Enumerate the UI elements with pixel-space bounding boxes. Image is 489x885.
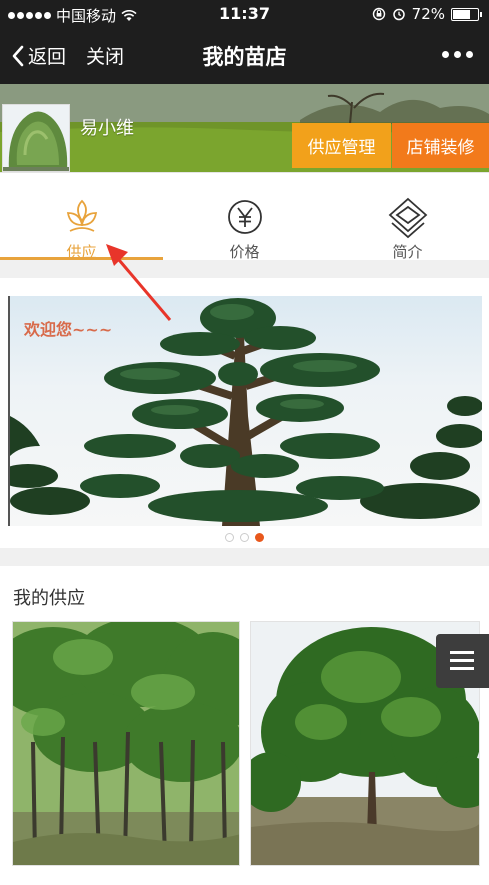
page-title: 我的苗店	[202, 45, 287, 69]
shop-decor-button[interactable]: 店铺装修	[392, 123, 489, 168]
rotation-lock-icon	[372, 7, 385, 21]
alarm-icon	[392, 8, 405, 21]
tab-intro-label: 简介	[392, 243, 423, 261]
pager-dot[interactable]	[255, 533, 264, 542]
status-bar: 中国移动 11:37 72%	[0, 0, 489, 28]
tab-price-label: 价格	[229, 243, 260, 261]
my-supply-section: 我的供应	[0, 566, 489, 885]
pager-dot[interactable]	[240, 533, 249, 542]
shop-header: 易小维 供应管理 店铺装修	[0, 84, 489, 172]
floating-menu-button[interactable]	[436, 634, 489, 688]
back-label: 返回	[28, 46, 67, 68]
supply-manage-button[interactable]: 供应管理	[292, 123, 391, 168]
tab-intro[interactable]: 简介	[326, 173, 489, 261]
chevron-left-icon	[12, 45, 24, 66]
layers-icon	[388, 197, 427, 239]
tab-bar: 供应 价格 简介	[0, 172, 489, 261]
leaf-icon	[66, 199, 97, 232]
yen-icon	[227, 200, 262, 234]
tab-price[interactable]: 价格	[163, 173, 326, 261]
more-options-button[interactable]	[442, 51, 473, 58]
back-button[interactable]: 返回	[12, 42, 66, 69]
supply-item[interactable]	[12, 621, 240, 866]
battery-icon	[451, 7, 482, 21]
nav-bar: 返回 关闭 我的苗店	[0, 28, 489, 84]
product-image	[13, 622, 239, 865]
battery-percent: 72%	[411, 5, 445, 23]
close-button[interactable]: 关闭	[86, 42, 124, 69]
tab-supply[interactable]: 供应	[0, 173, 163, 261]
avatar[interactable]	[2, 104, 70, 172]
carousel-slide[interactable]: 欢迎您~~~	[8, 296, 482, 526]
pager-dot[interactable]	[225, 533, 234, 542]
shop-owner-name: 易小维	[80, 118, 134, 139]
banner-carousel[interactable]: 欢迎您~~~	[0, 278, 489, 548]
active-tab-indicator	[0, 257, 163, 260]
welcome-text: 欢迎您~~~	[24, 320, 113, 339]
carousel-pager	[0, 533, 489, 542]
section-title: 我的供应	[13, 588, 85, 609]
